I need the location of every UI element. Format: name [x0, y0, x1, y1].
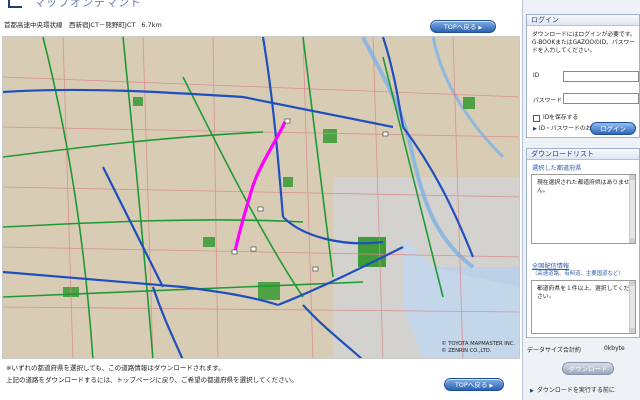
total-size-label: データサイズ合計約 [527, 347, 581, 354]
nationwide-info-text: 都道府県を１件以上、選択してください。 [537, 286, 630, 300]
map-credit-line2: © ZENRIN CO.,LTD. [441, 348, 492, 354]
remember-id-label: IDを保存する [543, 115, 579, 121]
id-input[interactable] [563, 71, 639, 82]
map-credit: © TOYOTA MAPMASTER INC. © ZENRIN CO.,LTD… [441, 341, 515, 355]
password-input[interactable] [563, 93, 639, 104]
route-distance: 6.7km [141, 21, 162, 29]
nationwide-info-sub: （高速道路、有料道、主要国道など） [532, 271, 624, 277]
scrollbar[interactable] [629, 175, 635, 243]
selected-prefecture-list[interactable]: 現在選択された都道府県はありません。 [531, 174, 636, 244]
logo-icon [8, 0, 22, 8]
login-button[interactable]: ログイン [590, 122, 636, 135]
footer-note-1: ※いずれの都道府県を選択しても、この道路情報はダウンロードされます。 [6, 364, 225, 372]
total-size-value: 0kbyte [604, 345, 625, 352]
arrow-right-icon: ▶ [478, 25, 483, 31]
route-map[interactable]: © TOYOTA MAPMASTER INC. © ZENRIN CO.,LTD… [2, 36, 520, 359]
triangle-right-icon: ▶ [533, 126, 537, 132]
map-credit-line1: © TOYOTA MAPMASTER INC. [441, 341, 515, 347]
login-description: ダウンロードにはログインが必要です。G-BOOKまたはGAZOOのID、パスワー… [532, 32, 636, 54]
route-name-text: 首都高速中央環状線 西新宿JCT－熊野町JCT [4, 21, 136, 29]
top-button-lower[interactable]: TOPへ戻る ▶ [444, 378, 504, 391]
app-root: マップオンデマンド 首都高速中央環状線 西新宿JCT－熊野町JCT 6.7km T… [0, 0, 640, 400]
download-list-title: ダウンロードリスト [527, 149, 639, 160]
selected-prefecture-text: 現在選択された都道府県はありません。 [537, 180, 630, 194]
route-name: 首都高速中央環状線 西新宿JCT－熊野町JCT 6.7km [4, 19, 162, 29]
password-label: パスワード [533, 98, 562, 104]
download-button[interactable]: ダウンロード [562, 362, 614, 375]
app-header: マップオンデマンド [0, 0, 520, 14]
footer-note-2: 上記の道路をダウンロードするには、トップページに戻り、ご希望の都道府県を選択して… [6, 376, 298, 384]
scrollbar[interactable] [629, 281, 635, 333]
selected-prefecture-label: 選択した都道府県 [532, 165, 582, 172]
arrow-right-icon: ▶ [489, 383, 494, 389]
top-button-label: TOPへ戻る [443, 23, 477, 31]
remember-id-checkbox[interactable] [533, 115, 540, 122]
before-download-label: ダウンロードを実行する前に [536, 387, 615, 394]
triangle-right-icon: ▶ [530, 388, 534, 394]
login-title: ログイン [527, 15, 639, 26]
id-label: ID [533, 73, 540, 79]
footer-notes: ※いずれの都道府県を選択しても、この道路情報はダウンロードされます。 上記の道路… [2, 362, 520, 400]
route-info-bar: 首都高速中央環状線 西新宿JCT－熊野町JCT 6.7km TOPへ戻る ▶ [0, 14, 520, 34]
login-box: ログイン ダウンロードにはログインが必要です。G-BOOKまたはGAZOOのID… [526, 14, 640, 138]
app-title: マップオンデマンド [34, 0, 142, 9]
download-list-box: ダウンロードリスト 選択した都道府県 現在選択された都道府県はありません。 全国… [526, 148, 640, 338]
top-button-label: TOPへ戻る [454, 381, 488, 389]
map-canvas[interactable] [3, 37, 520, 359]
side-panel: ログイン ダウンロードにはログインが必要です。G-BOOKまたはGAZOOのID… [522, 0, 640, 400]
before-download-link[interactable]: ▶ ダウンロードを実行する前に [530, 385, 615, 394]
top-button-upper[interactable]: TOPへ戻る ▶ [430, 20, 496, 33]
nationwide-info-list[interactable]: 都道府県を１件以上、選択してください。 [531, 280, 636, 334]
